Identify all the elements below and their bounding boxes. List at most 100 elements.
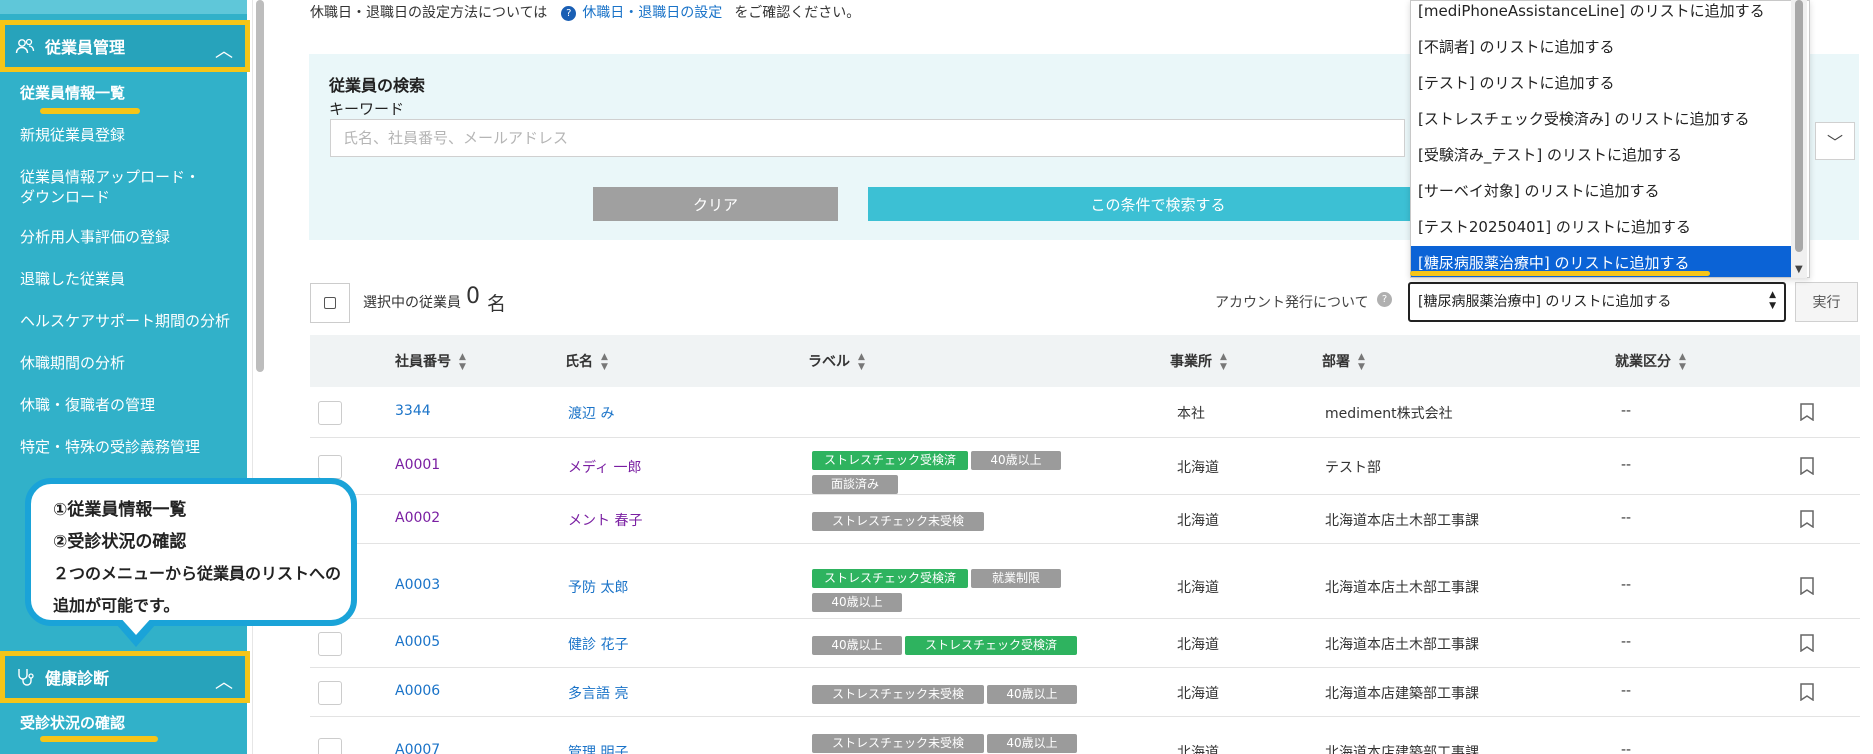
- dropdown-option[interactable]: [不調者] のリストに追加する: [1411, 30, 1791, 64]
- employee-id-link[interactable]: A0002: [395, 510, 440, 526]
- sidebar-item-hr-evaluation[interactable]: 分析用人事評価の登録: [20, 227, 170, 247]
- column-header-type[interactable]: 就業区分 ▲ ▼: [1615, 351, 1686, 372]
- header-label: 事業所: [1170, 354, 1212, 370]
- dropdown-option[interactable]: [ストレスチェック受検済み] のリストに追加する: [1411, 102, 1791, 136]
- dropdown-option[interactable]: [mediPhoneAssistanceLine] のリストに追加する: [1411, 1, 1791, 28]
- office-cell: 北海道: [1177, 745, 1219, 754]
- scroll-down-arrow-icon[interactable]: ▼: [1795, 264, 1803, 275]
- employee-name-link[interactable]: 多言語 亮: [568, 683, 628, 703]
- label-tags: ストレスチェック受検済 就業制限 40歳以上: [812, 567, 1112, 615]
- dept-cell: 北海道本店建築部工事課: [1325, 686, 1479, 702]
- employee-id-link[interactable]: A0003: [395, 577, 440, 593]
- sort-icon[interactable]: ▲ ▼: [1679, 352, 1686, 372]
- column-header-dept[interactable]: 部署 ▲ ▼: [1322, 351, 1365, 372]
- table-header: 社員番号 ▲ ▼ 氏名 ▲ ▼ ラベル ▲ ▼ 事業所 ▲ ▼ 部署 ▲ ▼ 就業区分 ▲ ▼: [310, 335, 1860, 387]
- employee-name-link[interactable]: 管理 明子: [568, 742, 628, 754]
- table-row[interactable]: A0007 管理 明子 ストレスチェック未受検 40歳以上 北海道 北海道本店建築…: [310, 718, 1860, 754]
- row-checkbox[interactable]: [318, 401, 342, 425]
- keyword-search-input[interactable]: [330, 119, 1405, 157]
- scrollbar-thumb[interactable]: [256, 0, 264, 372]
- row-checkbox[interactable]: [318, 738, 342, 754]
- help-icon[interactable]: ?: [1377, 292, 1392, 307]
- row-checkbox[interactable]: [318, 632, 342, 656]
- sort-icon[interactable]: ▲ ▼: [459, 352, 466, 372]
- execute-button[interactable]: 実行: [1795, 282, 1858, 322]
- sort-icon[interactable]: ▲ ▼: [1220, 352, 1227, 372]
- bookmark-icon[interactable]: [1800, 457, 1814, 475]
- table-row[interactable]: A0005 健診 花子 40歳以上 ストレスチェック受検済 北海道 北海道本店土木…: [310, 620, 1860, 668]
- select-all-checkbox[interactable]: [310, 283, 350, 323]
- employee-name-link[interactable]: 渡辺 み: [568, 403, 614, 423]
- sort-icon[interactable]: ▲ ▼: [1358, 352, 1365, 372]
- sidebar-section-health-checkup[interactable]: 健康診断 ︿: [0, 651, 250, 703]
- bulk-action-select[interactable]: [糖尿病服薬治療中] のリストに追加する ▲ ▼: [1408, 282, 1786, 322]
- sidebar-item-leave-management[interactable]: 休職・復職者の管理: [20, 395, 155, 415]
- dropdown-option[interactable]: [テスト20250401] のリストに追加する: [1411, 210, 1791, 244]
- label-tag: 就業制限: [971, 569, 1062, 588]
- employee-id-link[interactable]: 3344: [395, 403, 431, 419]
- column-header-office[interactable]: 事業所 ▲ ▼: [1170, 351, 1227, 372]
- sidebar-item-special-exam[interactable]: 特定・特殊の受診義務管理: [20, 437, 200, 457]
- employee-name-link[interactable]: メディ 一郎: [568, 457, 641, 477]
- bookmark-icon[interactable]: [1800, 577, 1814, 595]
- dept-cell: 北海道本店土木部工事課: [1325, 513, 1479, 529]
- row-checkbox[interactable]: [318, 681, 342, 705]
- label-tags: ストレスチェック未受検: [812, 510, 1112, 534]
- office-cell: 北海道: [1177, 637, 1219, 653]
- office-cell: 北海道: [1177, 460, 1219, 476]
- table-row[interactable]: A0001 メディ 一郎 ストレスチェック受検済 40歳以上面談済み 北海道 テス…: [310, 439, 1860, 495]
- sort-icon[interactable]: ▲ ▼: [858, 352, 865, 372]
- sidebar-item-employee-list[interactable]: 従業員情報一覧: [20, 83, 125, 103]
- employee-id-link[interactable]: A0007: [395, 742, 440, 754]
- table-row[interactable]: A0006 多言語 亮 ストレスチェック未受検 40歳以上 北海道 北海道本店建築…: [310, 669, 1860, 717]
- dropdown-option[interactable]: [サーベイ対象] のリストに追加する: [1411, 174, 1791, 208]
- bookmark-icon[interactable]: [1800, 403, 1814, 421]
- notice-text: 休職日・退職日の設定方法については? 休職日・退職日の設定 をご確認ください。: [310, 2, 860, 22]
- bookmark-icon[interactable]: [1800, 634, 1814, 652]
- label-tags: ストレスチェック未受検 40歳以上: [812, 732, 1112, 754]
- dropdown-scrollbar[interactable]: [1791, 0, 1807, 278]
- selected-unit: 名: [487, 293, 507, 315]
- column-header-id[interactable]: 社員番号 ▲ ▼: [395, 351, 466, 372]
- sidebar-scrollbar[interactable]: [252, 0, 266, 754]
- table-row[interactable]: 3344 渡辺 み 本社 mediment株式会社 --: [310, 388, 1860, 438]
- employee-name-link[interactable]: メント 春子: [568, 510, 642, 530]
- sidebar-top-item[interactable]: [0, 0, 247, 14]
- bookmark-icon[interactable]: [1800, 683, 1814, 701]
- employee-name-link[interactable]: 予防 太郎: [568, 577, 628, 597]
- column-header-name[interactable]: 氏名 ▲ ▼: [565, 351, 608, 372]
- employee-name-link[interactable]: 健診 花子: [568, 634, 628, 654]
- type-cell: --: [1621, 683, 1632, 699]
- sidebar-item-exam-status[interactable]: 受診状況の確認: [20, 713, 125, 733]
- dropdown-option[interactable]: [テスト] のリストに追加する: [1411, 66, 1791, 100]
- chevron-down-icon[interactable]: ﹀: [1815, 122, 1855, 160]
- bookmark-icon[interactable]: [1800, 510, 1814, 528]
- search-button[interactable]: この条件で検索する: [868, 187, 1448, 221]
- table-row[interactable]: A0003 予防 太郎 ストレスチェック受検済 就業制限 40歳以上 北海道 北海道…: [310, 555, 1860, 619]
- clear-button[interactable]: クリア: [593, 187, 838, 221]
- employee-id-link[interactable]: A0001: [395, 457, 440, 473]
- employee-id-link[interactable]: A0006: [395, 683, 440, 699]
- label-tag: 40歳以上: [812, 636, 902, 655]
- label-tags: 40歳以上 ストレスチェック受検済: [812, 634, 1112, 658]
- action-dropdown-list[interactable]: [mediPhoneAssistanceLine] のリストに追加する [不調者…: [1410, 0, 1810, 278]
- dropdown-option[interactable]: [受験済み_テスト] のリストに追加する: [1411, 138, 1791, 172]
- scrollbar-thumb[interactable]: [1795, 0, 1803, 252]
- row-checkbox[interactable]: [318, 455, 342, 479]
- sidebar-item-upload-download[interactable]: 従業員情報アップロード・ ダウンロード: [20, 167, 200, 207]
- label-tag: 40歳以上: [971, 451, 1062, 470]
- callout-line: ２つのメニューから従業員のリストへの: [53, 564, 342, 583]
- selected-employees-label: 選択中の従業員: [363, 295, 461, 311]
- table-row[interactable]: A0002 メント 春子 ストレスチェック未受検 北海道 北海道本店土木部工事課…: [310, 496, 1860, 544]
- header-label: 就業区分: [1615, 354, 1671, 370]
- sidebar-item-retired[interactable]: 退職した従業員: [20, 269, 125, 289]
- leave-settings-link[interactable]: 休職日・退職日の設定: [582, 5, 722, 21]
- label-tags: ストレスチェック未受検 40歳以上: [812, 683, 1112, 707]
- sidebar-item-leave-analysis[interactable]: 休職期間の分析: [20, 353, 125, 373]
- column-header-label[interactable]: ラベル ▲ ▼: [808, 351, 865, 372]
- sidebar-item-healthcare-analysis[interactable]: ヘルスケアサポート期間の分析: [20, 311, 230, 331]
- employee-id-link[interactable]: A0005: [395, 634, 440, 650]
- sort-icon[interactable]: ▲ ▼: [601, 352, 608, 372]
- sidebar-item-new-employee[interactable]: 新規従業員登録: [20, 125, 125, 145]
- sidebar-section-employee-management[interactable]: 従業員管理 ︿: [0, 20, 250, 72]
